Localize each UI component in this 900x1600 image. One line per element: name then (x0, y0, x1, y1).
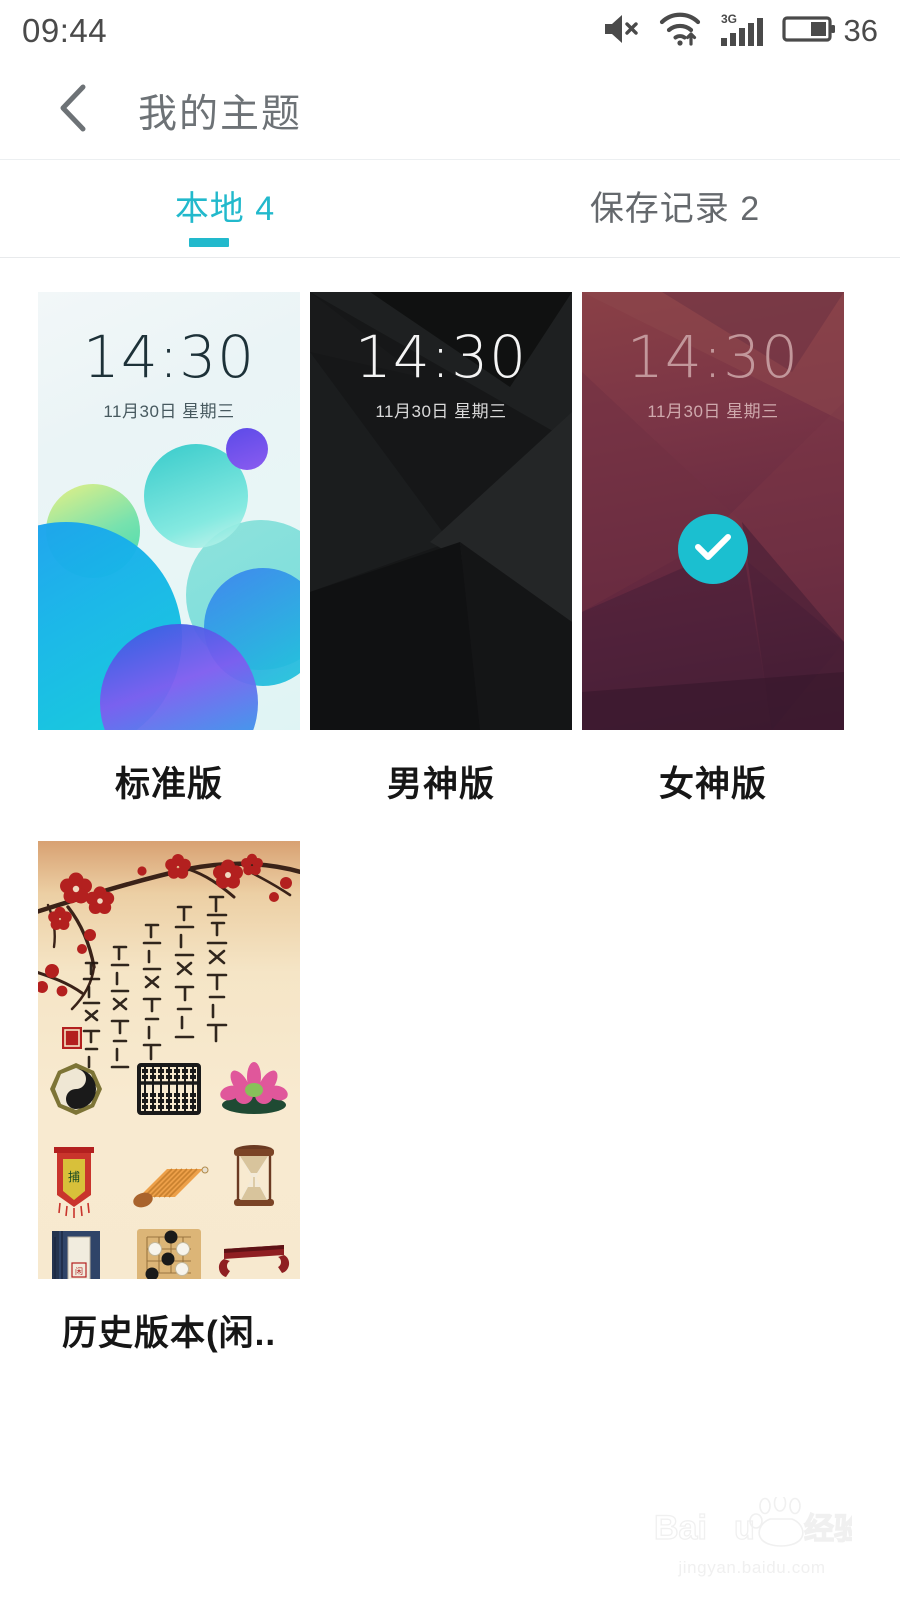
watermark-url: jingyan.baidu.com (678, 1558, 826, 1577)
theme-thumbnail-standard[interactable]: 14:30 11月30日 星期三 (38, 292, 300, 730)
theme-thumbnail-history[interactable]: 捕 闲 (38, 841, 300, 1279)
lockscreen-time: 14:30 (82, 323, 256, 391)
tab-saved-records[interactable]: 保存记录 2 (450, 160, 900, 257)
title-bar: 我的主题 (0, 62, 900, 160)
theme-thumbnail-male[interactable]: 14:30 11月30日 星期三 (310, 292, 572, 730)
battery-indicator: 36 (781, 13, 878, 49)
theme-grid: 14:30 11月30日 星期三 标准版 14:30 11月30日 星期三 男神… (0, 258, 900, 1390)
svg-text:u: u (734, 1509, 755, 1547)
theme-label-history: 历史版本(闲.. (61, 1314, 277, 1353)
theme-label-goddess: 女神版 (658, 765, 767, 804)
lockscreen-date: 11月30日 星期三 (375, 402, 507, 421)
battery-icon (781, 14, 836, 49)
theme-cell-male[interactable]: 14:30 11月30日 星期三 男神版 (310, 292, 572, 837)
page-title: 我的主题 (138, 92, 303, 136)
theme-label-standard: 标准版 (114, 765, 223, 804)
lockscreen-date: 11月30日 星期三 (103, 402, 235, 421)
volume-mute-icon (601, 12, 641, 51)
back-button[interactable] (48, 84, 102, 138)
tab-active-underline (189, 238, 229, 247)
tab-saved-records-label: 保存记录 2 (589, 190, 761, 228)
chinese-painting-artwork: 捕 闲 (38, 853, 300, 1279)
svg-text:捕: 捕 (68, 1169, 80, 1184)
theme-label-male: 男神版 (386, 765, 495, 804)
theme-cell-standard[interactable]: 14:30 11月30日 星期三 标准版 (38, 292, 300, 837)
battery-level: 36 (843, 13, 878, 48)
tab-bar: 本地 4 保存记录 2 (0, 160, 900, 258)
lockscreen-preview: 14:30 11月30日 星期三 (582, 292, 844, 422)
bubble-decoration (226, 428, 268, 470)
app-root: 09:44 3G 36 我的主题 本地 4 保存记录 2 14:30 11月30… (0, 0, 900, 1600)
theme-selected-badge (678, 514, 748, 584)
theme-thumbnail-goddess[interactable]: 14:30 11月30日 星期三 (582, 292, 844, 730)
status-bar: 09:44 3G 36 (0, 0, 900, 62)
wifi-icon (658, 12, 702, 51)
lockscreen-time: 14:30 (626, 323, 800, 391)
lockscreen-preview: 14:30 11月30日 星期三 (38, 292, 300, 422)
svg-text:闲: 闲 (75, 1267, 83, 1276)
baidu-logo-icon: Bai u 经验 (652, 1494, 865, 1555)
svg-text:Bai: Bai (654, 1509, 707, 1547)
signal-bars-icon: 3G (719, 11, 765, 52)
baidu-watermark: Bai u 经验 jingyan.baidu.com (652, 1494, 865, 1578)
lockscreen-preview: 14:30 11月30日 星期三 (310, 292, 572, 422)
svg-text:3G: 3G (721, 12, 737, 26)
tab-local[interactable]: 本地 4 (0, 160, 450, 257)
theme-cell-history[interactable]: 捕 闲 历史版本(闲.. (38, 841, 300, 1386)
check-icon (693, 531, 733, 568)
lockscreen-date: 11月30日 星期三 (647, 402, 779, 421)
svg-text:经验: 经验 (804, 1512, 852, 1547)
back-chevron-icon (55, 82, 95, 139)
status-clock: 09:44 (22, 12, 108, 49)
theme-cell-goddess[interactable]: 14:30 11月30日 星期三 女神版 (582, 292, 844, 837)
status-icons: 3G 36 (601, 11, 878, 52)
tab-local-label: 本地 4 (174, 190, 276, 228)
lockscreen-time: 14:30 (354, 323, 528, 391)
